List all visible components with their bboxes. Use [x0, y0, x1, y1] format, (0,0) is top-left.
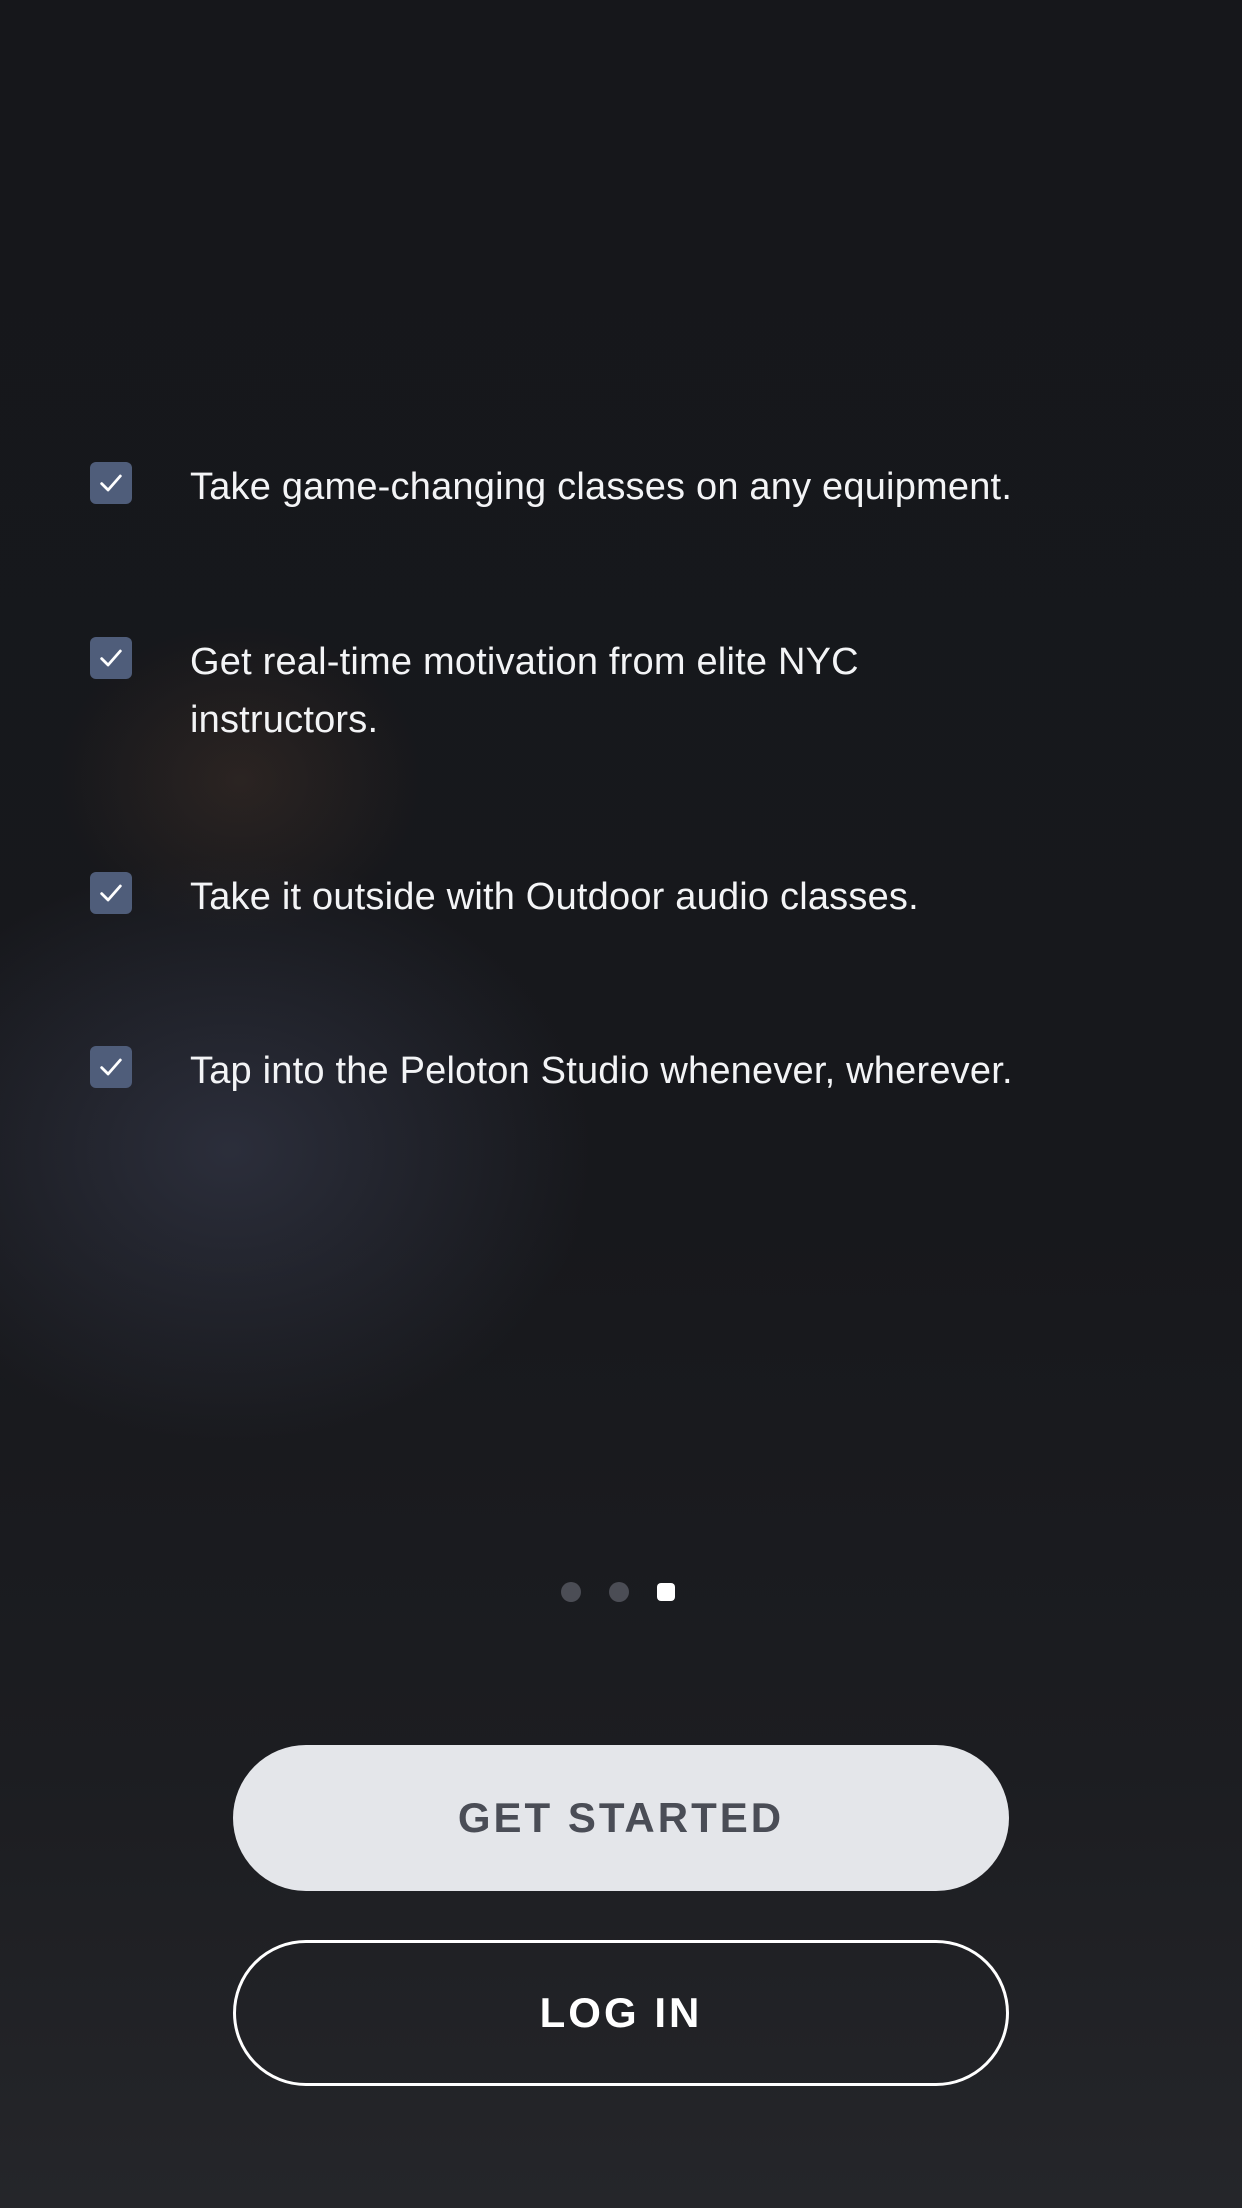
checkmark-icon: [90, 637, 132, 679]
feature-text: Take game-changing classes on any equipm…: [190, 466, 1013, 508]
checkmark-icon: [90, 462, 132, 504]
page-indicator[interactable]: [561, 1582, 675, 1602]
checkmark-icon: [90, 872, 132, 914]
page-dot-1[interactable]: [561, 1582, 581, 1602]
log-in-button[interactable]: LOG IN: [233, 1940, 1009, 2086]
onboarding-screen: Take game-changing classes on any equipm…: [0, 0, 1242, 2208]
page-dot-3-active[interactable]: [657, 1583, 675, 1601]
page-dot-2[interactable]: [609, 1582, 629, 1602]
feature-text: Take it outside with Outdoor audio class…: [190, 876, 919, 918]
feature-text: Tap into the Peloton Studio whenever, wh…: [190, 1050, 1013, 1092]
feature-text: Get real-time motivation from elite NYC …: [190, 641, 859, 741]
checkmark-icon: [90, 1046, 132, 1088]
get-started-button[interactable]: GET STARTED: [233, 1745, 1009, 1891]
